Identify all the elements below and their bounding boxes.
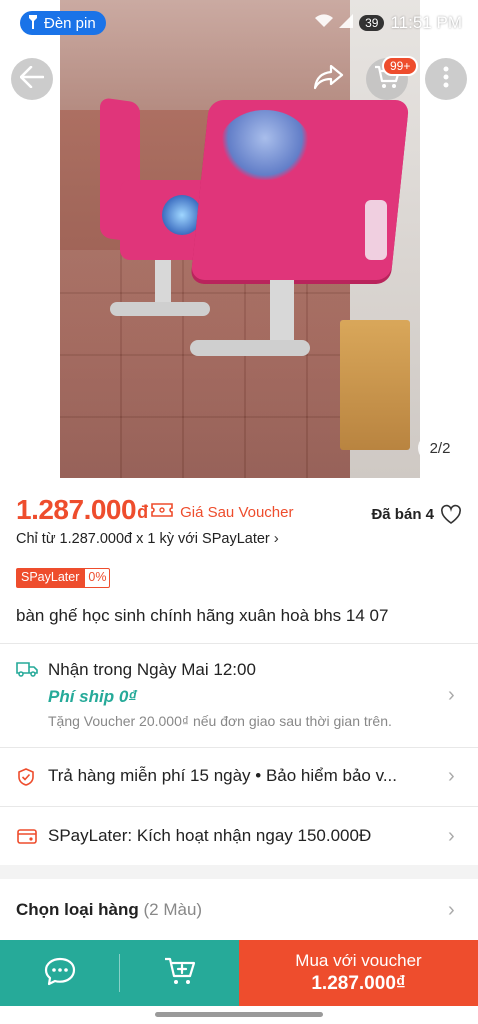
variant-label: Chọn loại hàng [16, 900, 139, 919]
spaylater-activate-text: SPayLater: Kích hoạt nhận ngay 150.000Đ [48, 826, 372, 845]
share-button[interactable] [308, 58, 350, 100]
spaylater-tag-rate: 0% [84, 568, 111, 588]
chevron-right-icon: › [448, 825, 455, 847]
divider [0, 643, 478, 644]
spaylater-tag: SPayLater 0% [16, 568, 111, 588]
add-to-cart-icon [163, 956, 197, 991]
variant-count: (2 Màu) [143, 900, 203, 919]
product-title: bàn ghế học sinh chính hãng xuân hoà bhs… [16, 606, 389, 625]
buy-label: Mua với voucher [295, 951, 422, 970]
shipping-fee: Phí ship 0₫ [48, 687, 138, 706]
spaylater-installment-text: Chỉ từ 1.287.000đ x 1 kỳ với SPayLater [16, 530, 270, 547]
buy-with-voucher-button[interactable]: Mua với voucher 1.287.000₫ [239, 940, 478, 1006]
more-vertical-icon [443, 66, 449, 93]
variant-selector: Chọn loại hàng (2 Màu) [16, 900, 202, 920]
cart-count-badge: 99+ [382, 56, 419, 76]
buy-price: 1.287.000₫ [311, 973, 406, 994]
bottom-action-bar: Mua với voucher 1.287.000₫ [0, 940, 478, 1006]
chat-icon [43, 956, 77, 991]
wifi-icon [315, 13, 334, 33]
image-counter: 2/2 [418, 434, 462, 462]
chat-button[interactable] [0, 940, 120, 1006]
voucher-ticket-icon [150, 501, 174, 519]
torch-label: Đèn pin [44, 14, 96, 32]
delivery-eta: Nhận trong Ngày Mai 12:00 [48, 660, 256, 679]
voucher-price-label: Giá Sau Voucher [180, 503, 294, 521]
share-icon [313, 64, 344, 95]
clock: 11:51 PM [390, 13, 462, 32]
price-currency: đ [137, 501, 149, 522]
signal-icon [339, 13, 354, 33]
heart-icon[interactable] [440, 504, 462, 526]
sold-count: Đã bán 4 [371, 506, 434, 523]
add-to-cart-button[interactable] [120, 940, 239, 1006]
shipping-voucher-note: Tặng Voucher 20.000₫ nếu đơn giao sau th… [48, 713, 392, 729]
spaylater-icon [16, 826, 38, 846]
price-amount: 1.287.000 [16, 494, 137, 525]
divider [0, 806, 478, 807]
back-arrow-icon [19, 65, 45, 93]
truck-icon [16, 660, 38, 678]
status-indicators: 39 11:51 PM [315, 11, 462, 35]
chevron-right-icon: › [448, 684, 455, 706]
chevron-right-icon: › [448, 899, 455, 921]
guarantee-text: Trả hàng miễn phí 15 ngày • Bảo hiểm bảo… [48, 766, 397, 785]
spaylater-tag-name: SPayLater [16, 568, 85, 588]
more-button[interactable] [425, 58, 467, 100]
flashlight-icon [28, 14, 38, 32]
gesture-nav-handle[interactable] [155, 1012, 323, 1017]
section-gap [0, 865, 478, 879]
bottom-bar-separator [119, 954, 120, 992]
torch-chip[interactable]: Đèn pin [20, 11, 106, 35]
shield-icon [16, 767, 36, 787]
divider [0, 747, 478, 748]
chevron-right-icon: › [448, 765, 455, 787]
chevron-right-icon: › [273, 530, 279, 547]
spaylater-installment-link[interactable]: Chỉ từ 1.287.000đ x 1 kỳ với SPayLater › [16, 530, 279, 547]
back-button[interactable] [11, 58, 53, 100]
status-bar: Đèn pin 39 11:51 PM [0, 0, 478, 44]
battery-level: 39 [359, 15, 385, 31]
